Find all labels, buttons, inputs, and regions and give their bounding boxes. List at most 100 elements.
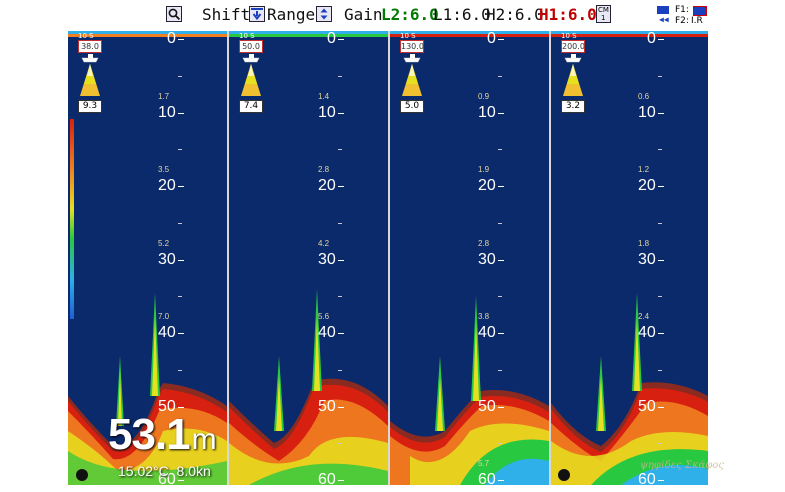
depth-tick xyxy=(498,333,504,334)
sub-scale-label: 2.4 xyxy=(638,312,650,321)
depth-tick-label: 40 xyxy=(158,324,176,341)
transducer-beam-icon xyxy=(80,54,100,96)
range-updown-icon[interactable] xyxy=(316,6,332,22)
sub-scale-label: 5.2 xyxy=(158,238,170,248)
depth-minor-tick xyxy=(658,296,662,298)
depth-tick xyxy=(338,186,344,187)
gain-l1-value[interactable]: L1:6.0 xyxy=(433,5,491,25)
gain-h1-value[interactable]: H1:6.0 xyxy=(539,5,597,25)
depth-tick xyxy=(498,112,504,114)
depth-tick xyxy=(338,259,344,261)
depth-tick-label: 20 xyxy=(158,177,176,194)
depth-minor-tick xyxy=(658,369,662,371)
depth-minor-tick xyxy=(498,222,502,224)
panel-value-box: 3.2 xyxy=(561,100,585,113)
depth-tick xyxy=(498,186,504,187)
depth-tick xyxy=(658,406,664,408)
depth-minor-tick xyxy=(498,369,502,371)
depth-readout: 53.1m xyxy=(108,410,217,462)
sub-scale-label: 5.6 xyxy=(318,312,330,321)
depth-tick-label: 20 xyxy=(318,177,336,194)
gain-l2-value[interactable]: L2:6.0 xyxy=(381,5,439,25)
f2-value: I.R xyxy=(691,16,703,26)
depth-tick xyxy=(338,39,344,40)
depth-minor-tick xyxy=(338,149,342,151)
sub-scale-label: 2.8 xyxy=(318,165,330,174)
panel-freq-label: 10 S xyxy=(239,32,255,40)
depth-minor-tick xyxy=(658,75,662,77)
depth-minor-tick xyxy=(338,296,342,298)
depth-tick xyxy=(658,112,664,114)
depth-minor-tick xyxy=(178,222,182,224)
depth-tick xyxy=(658,259,664,261)
temperature-value: 15.02°C xyxy=(118,463,169,479)
color-scale-bar xyxy=(70,119,74,319)
depth-minor-tick xyxy=(178,75,182,77)
depth-tick xyxy=(498,480,504,481)
depth-tick xyxy=(178,259,184,261)
f2-label[interactable]: F2: xyxy=(675,16,689,26)
f1-indicator-icon xyxy=(693,6,707,16)
depth-tick xyxy=(498,39,504,40)
depth-tick-label: 0 xyxy=(487,31,496,47)
sub-scale-label: 2.8 xyxy=(478,238,490,248)
status-dot-icon xyxy=(558,469,570,481)
sub-scale-label: 1.4 xyxy=(318,91,330,101)
depth-tick-label: 30 xyxy=(318,250,336,268)
depth-value: 53.1 xyxy=(108,410,191,459)
depth-tick xyxy=(178,406,184,408)
depth-tick-label: 10 xyxy=(318,103,336,121)
f1-flag-icon xyxy=(657,6,669,14)
depth-minor-tick xyxy=(498,443,502,445)
temperature-speed-line: 15.02°C 8.0kn xyxy=(118,464,211,478)
depth-tick-label: 0 xyxy=(647,31,656,47)
speed-value: 8.0kn xyxy=(176,463,211,479)
depth-tick-label: 50 xyxy=(318,397,336,415)
panel-freq-label: 10 S xyxy=(400,32,416,40)
depth-tick-label: 30 xyxy=(638,250,656,268)
depth-minor-tick xyxy=(658,222,662,224)
echogram-screen: 10 S 38.0 9.3 10 S 50.0 7.4 10 S 130.0 5.0 10 S 20… xyxy=(68,31,708,485)
depth-tick-label: 50 xyxy=(638,397,656,415)
shift-down-arrow-icon[interactable] xyxy=(249,6,265,22)
status-dot-icon xyxy=(76,469,88,481)
depth-minor-tick xyxy=(178,296,182,298)
f1-label[interactable]: F1: xyxy=(675,5,689,15)
depth-tick-label: 20 xyxy=(478,177,496,194)
mode-label-top: CM xyxy=(598,6,609,14)
depth-tick-label: 50 xyxy=(478,397,496,415)
depth-tick-label: 40 xyxy=(478,324,496,341)
depth-minor-tick xyxy=(658,149,662,151)
depth-tick-label: 60 xyxy=(478,471,496,486)
depth-tick xyxy=(338,333,344,334)
depth-tick xyxy=(178,39,184,40)
depth-minor-tick xyxy=(658,443,662,445)
toolbar: Shift: Range: Gain L2:6.0 L1:6.0 H2:6.0 … xyxy=(0,0,785,30)
depth-minor-tick xyxy=(338,369,342,371)
depth-tick-label: 30 xyxy=(478,250,496,268)
rewind-icon: ◀◀ xyxy=(659,15,669,24)
depth-tick-label: 60 xyxy=(638,471,656,486)
depth-tick-label: 0 xyxy=(167,31,176,47)
depth-tick xyxy=(658,39,664,40)
depth-minor-tick xyxy=(338,222,342,224)
panel-freq-label: 10 S xyxy=(561,32,577,40)
panel-value-box: 5.0 xyxy=(400,100,424,113)
sub-scale-label: 0.9 xyxy=(478,91,490,101)
depth-minor-tick xyxy=(338,75,342,77)
panel-value-box: 7.4 xyxy=(239,100,263,113)
panel-freq-label: 10 S xyxy=(78,32,94,40)
sub-scale-label: 5.7 xyxy=(478,459,490,468)
transducer-beam-icon xyxy=(563,54,583,96)
magnifier-icon[interactable] xyxy=(166,6,182,22)
depth-tick xyxy=(338,112,344,114)
cm-mode-icon[interactable]: CM 1 xyxy=(596,5,611,23)
depth-tick xyxy=(338,406,344,408)
depth-tick-label: 20 xyxy=(638,177,656,194)
depth-tick-label: 10 xyxy=(158,103,176,121)
gain-h2-value[interactable]: H2:6.0 xyxy=(486,5,544,25)
depth-tick xyxy=(498,259,504,261)
gain-label: Gain xyxy=(344,5,383,24)
depth-minor-tick xyxy=(338,443,342,445)
depth-minor-tick xyxy=(498,149,502,151)
